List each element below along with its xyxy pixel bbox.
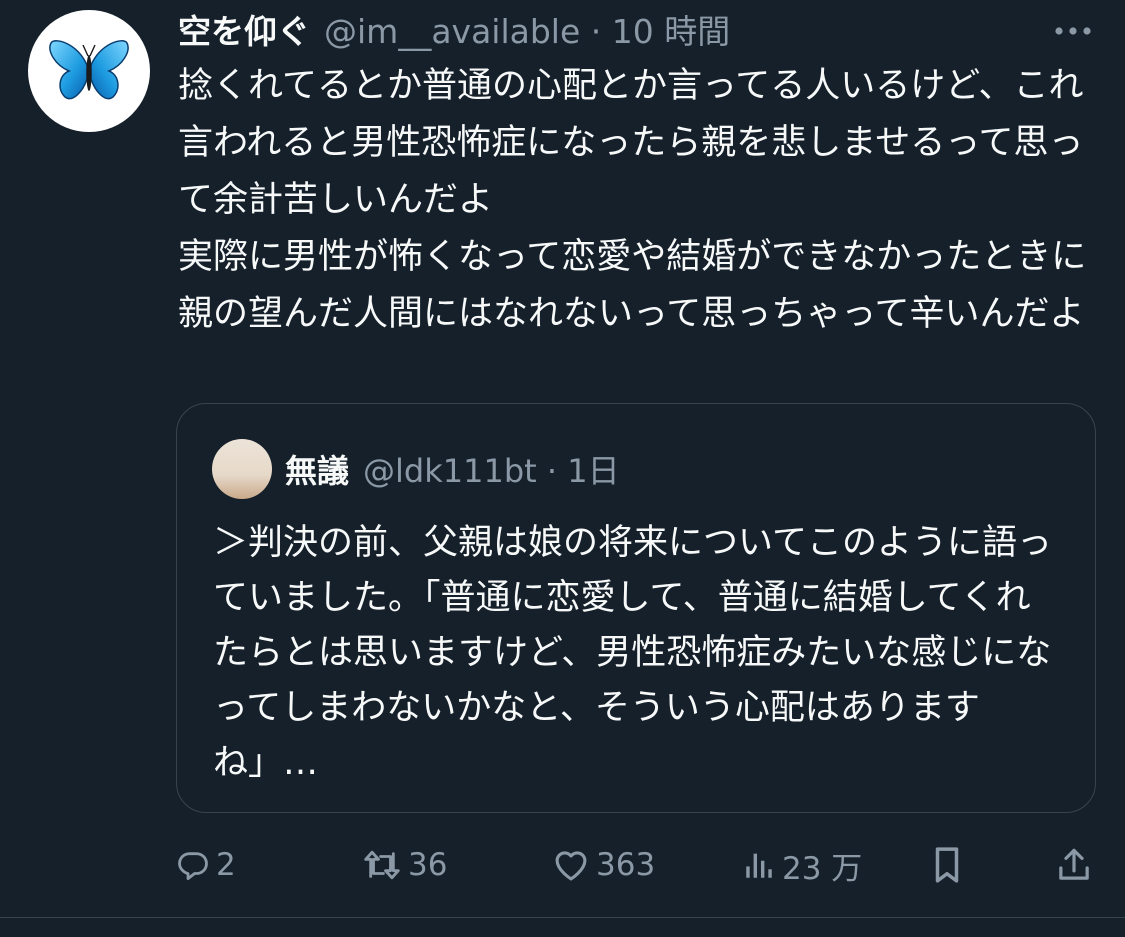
quote-header: 無議 @ldk111bt · 1日 xyxy=(285,446,620,492)
views-button[interactable]: 23 万 xyxy=(742,842,862,888)
reply-button[interactable]: 2 xyxy=(176,842,236,888)
like-count: 363 xyxy=(596,847,656,883)
quote-text: ＞判決の前、父親は娘の将来についてこのように語っていました。「普通に恋愛して、普… xyxy=(213,523,1052,783)
quote-avatar[interactable] xyxy=(212,439,272,499)
share-button[interactable] xyxy=(1056,842,1092,888)
bookmark-button[interactable] xyxy=(930,842,964,888)
views-count: 23 万 xyxy=(782,850,863,887)
reply-icon xyxy=(178,852,208,881)
share-icon xyxy=(1059,848,1089,880)
retweet-icon xyxy=(364,850,400,880)
retweet-count: 36 xyxy=(408,847,448,883)
bookmark-icon xyxy=(935,847,959,883)
quote-handle-and-time: @ldk111bt · 1日 xyxy=(363,452,620,490)
butterfly-icon xyxy=(49,40,129,100)
handle-and-time[interactable]: @im__available · 10 時間 xyxy=(324,5,730,53)
heart-icon xyxy=(555,851,587,881)
action-bar: 2 36 363 23 万 xyxy=(0,842,1125,888)
retweet-button[interactable]: 36 xyxy=(362,842,447,888)
more-icon xyxy=(1055,27,1091,35)
reply-count: 2 xyxy=(216,847,236,883)
quote-display-name: 無議 xyxy=(285,452,350,490)
display-name[interactable]: 空を仰ぐ xyxy=(178,5,310,53)
like-button[interactable]: 363 xyxy=(552,842,655,888)
more-options-button[interactable] xyxy=(1050,16,1096,46)
quote-tweet-card[interactable]: 無議 @ldk111bt · 1日 ＞判決の前、父親は娘の将来についてこのように… xyxy=(176,403,1096,813)
divider xyxy=(0,917,1125,918)
avatar[interactable] xyxy=(28,10,150,132)
tweet-header: 空を仰ぐ @im__available · 10 時間 xyxy=(178,6,730,52)
tweet-text: 捻くれてるとか普通の心配とか言ってる人いるけど、これ言われると男性恐怖症になった… xyxy=(178,66,1087,334)
views-icon xyxy=(746,853,772,878)
